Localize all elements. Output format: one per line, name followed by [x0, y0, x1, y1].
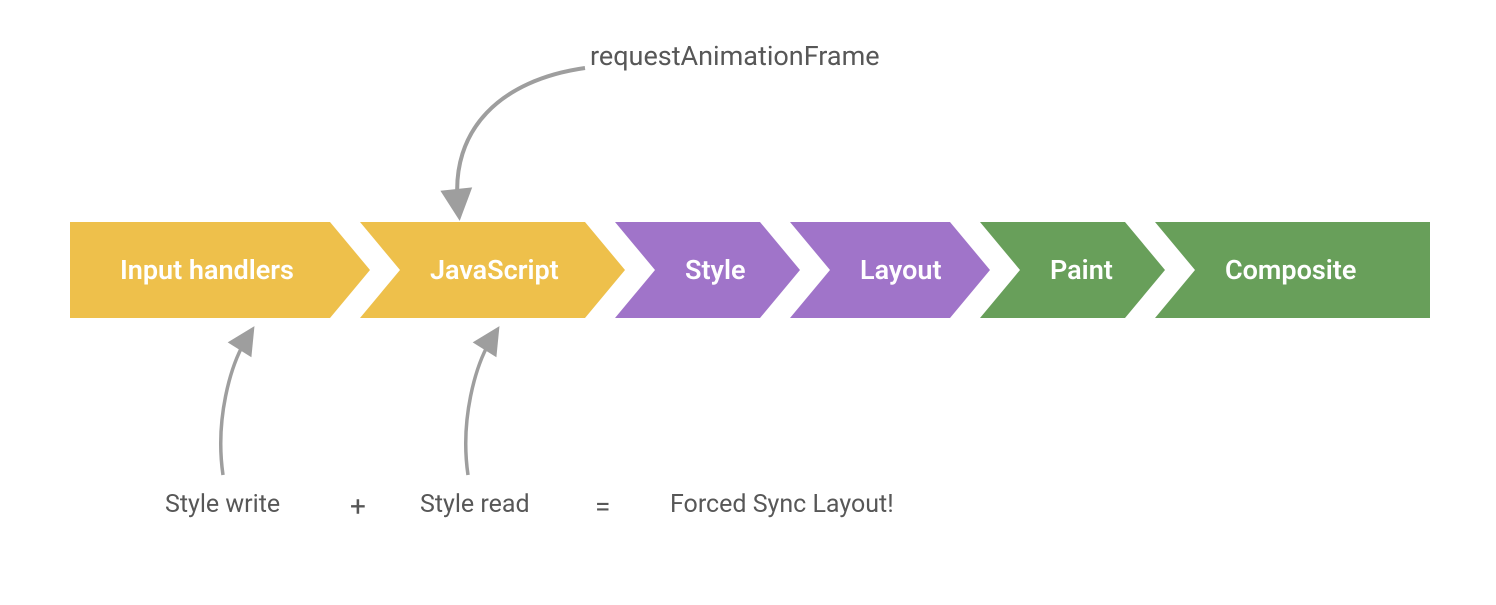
- label-equals: =: [595, 490, 610, 523]
- label-plus: +: [350, 490, 366, 523]
- stage-input-handlers: Input handlers: [70, 222, 370, 318]
- label-style-write: Style write: [165, 490, 280, 519]
- annotation-raf: requestAnimationFrame: [590, 40, 880, 72]
- stage-javascript: JavaScript: [360, 222, 625, 318]
- arrow-style-write: [205, 330, 285, 480]
- label-result: Forced Sync Layout!: [670, 490, 894, 519]
- arrow-style-read: [450, 330, 530, 480]
- stage-composite: Composite: [1155, 222, 1430, 318]
- stage-paint: Paint: [980, 222, 1165, 318]
- label-style-read: Style read: [420, 490, 530, 519]
- stage-layout: Layout: [790, 222, 990, 318]
- pipeline-diagram: Input handlers JavaScript Style Layout P…: [70, 222, 1430, 318]
- arrow-raf-to-js: [440, 60, 620, 220]
- stage-style: Style: [615, 222, 800, 318]
